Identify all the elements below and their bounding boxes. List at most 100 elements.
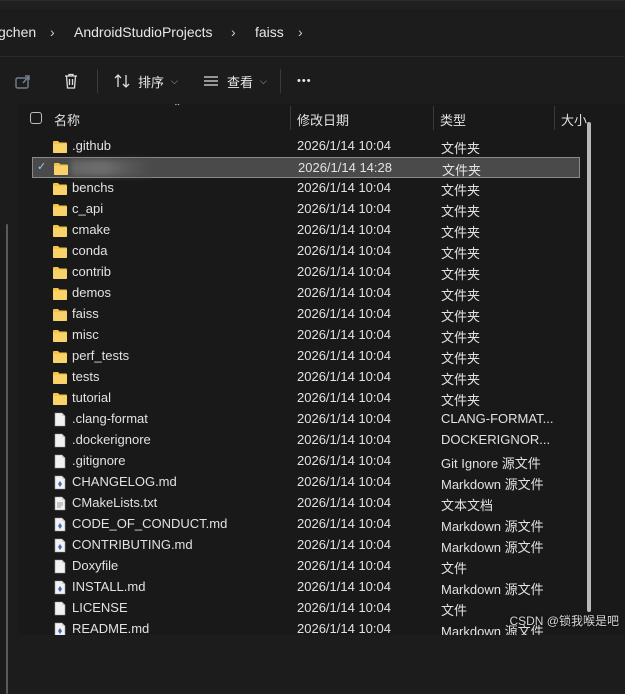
modified-date: 2026/1/14 10:04 — [297, 537, 391, 552]
view-button[interactable]: 查看 ⌵ — [202, 57, 267, 105]
file-name: cmake — [72, 222, 111, 237]
file-type: 文件夹 — [441, 183, 481, 198]
file-type: 文件夹 — [441, 225, 481, 240]
delete-button[interactable] — [62, 57, 80, 105]
table-row[interactable]: tutorial 2026/1/14 10:04 文件夹 — [32, 388, 580, 409]
toolbar-divider — [97, 69, 98, 93]
column-divider[interactable] — [433, 106, 434, 130]
file-name: .github — [72, 138, 112, 153]
file-name: .gitignore — [72, 453, 126, 468]
table-row[interactable]: cmake 2026/1/14 10:04 文件夹 — [32, 220, 580, 241]
file-icon — [52, 559, 68, 574]
file-type: 文件夹 — [441, 351, 481, 366]
file-name: tests — [72, 369, 100, 384]
trash-icon — [65, 73, 77, 89]
file-type: Git Ignore 源文件 — [441, 456, 541, 471]
file-type: 文件夹 — [441, 330, 481, 345]
folder-icon — [52, 328, 68, 343]
column-divider[interactable] — [290, 106, 291, 130]
modified-date: 2026/1/14 10:04 — [297, 516, 391, 531]
file-name: benchs — [72, 180, 114, 195]
file-type: DOCKERIGNOR... — [441, 432, 551, 447]
file-icon — [52, 433, 68, 448]
markdown-file-icon — [52, 475, 68, 490]
share-icon — [15, 75, 30, 89]
table-row[interactable]: INSTALL.md 2026/1/14 10:04 Markdown 源文件 — [32, 577, 580, 598]
markdown-file-icon — [52, 622, 68, 635]
table-row[interactable]: .github 2026/1/14 10:04 文件夹 — [32, 136, 580, 157]
modified-date: 2026/1/14 10:04 — [297, 306, 391, 321]
breadcrumb-item-user[interactable]: gchen — [0, 24, 36, 40]
file-type: Markdown 源文件 — [441, 519, 544, 534]
file-name: INSTALL.md — [72, 579, 146, 594]
table-row[interactable]: .gitignore 2026/1/14 10:04 Git Ignore 源文件 — [32, 451, 580, 472]
markdown-file-icon — [52, 517, 68, 532]
table-row[interactable]: c_api 2026/1/14 10:04 文件夹 — [32, 199, 580, 220]
table-row[interactable]: CHANGELOG.md 2026/1/14 10:04 Markdown 源文件 — [32, 472, 580, 493]
file-name: faiss — [72, 306, 99, 321]
file-name: perf_tests — [72, 348, 130, 363]
title-bar-strip — [0, 0, 625, 9]
share-button[interactable] — [14, 57, 32, 105]
address-bar[interactable]: gchen › AndroidStudioProjects › faiss › — [0, 9, 625, 55]
column-header-date[interactable]: 修改日期 — [297, 110, 349, 129]
view-label: 查看 — [227, 74, 254, 90]
select-all-checkbox[interactable] — [30, 112, 42, 124]
table-row[interactable]: conda 2026/1/14 10:04 文件夹 — [32, 241, 580, 262]
folder-icon — [52, 265, 68, 280]
modified-date: 2026/1/14 10:04 — [297, 390, 391, 405]
sort-icon — [114, 74, 130, 88]
folder-icon — [52, 349, 68, 364]
breadcrumb-item-faiss[interactable]: faiss — [255, 24, 284, 40]
column-divider[interactable] — [554, 106, 555, 130]
view-list-icon — [204, 76, 218, 86]
table-row[interactable]: misc 2026/1/14 10:04 文件夹 — [32, 325, 580, 346]
column-header-size[interactable]: 大小 — [561, 110, 587, 129]
chevron-right-icon: › — [231, 24, 236, 40]
markdown-file-icon — [52, 538, 68, 553]
table-row[interactable]: CODE_OF_CONDUCT.md 2026/1/14 10:04 Markdow… — [32, 514, 580, 535]
modified-date: 2026/1/14 10:04 — [297, 558, 391, 573]
breadcrumb-item-projects[interactable]: AndroidStudioProjects — [74, 24, 213, 40]
command-bar: 排序 ⌵ 查看 ⌵ ••• — [0, 56, 625, 105]
column-header-type[interactable]: 类型 — [440, 110, 466, 129]
table-row[interactable]: benchs 2026/1/14 10:04 文件夹 — [32, 178, 580, 199]
file-name: conda — [72, 243, 108, 258]
file-name: misc — [72, 327, 99, 342]
sort-button[interactable]: 排序 ⌵ — [113, 57, 178, 105]
file-name: LICENSE — [72, 600, 128, 615]
table-row[interactable]: tests 2026/1/14 10:04 文件夹 — [32, 367, 580, 388]
vertical-scrollbar[interactable] — [587, 122, 591, 612]
table-row[interactable]: Doxyfile 2026/1/14 10:04 文件 — [32, 556, 580, 577]
navigation-scrollbar[interactable] — [6, 224, 8, 694]
folder-icon — [52, 181, 68, 196]
file-type: Markdown 源文件 — [441, 582, 544, 597]
table-row[interactable]: demos 2026/1/14 10:04 文件夹 — [32, 283, 580, 304]
table-row[interactable]: .clang-format 2026/1/14 10:04 CLANG-FORMAT… — [32, 409, 580, 430]
modified-date: 2026/1/14 10:04 — [297, 579, 391, 594]
more-options-button[interactable]: ••• — [297, 57, 312, 105]
modified-date: 2026/1/14 10:04 — [297, 285, 391, 300]
table-row[interactable]: contrib 2026/1/14 10:04 文件夹 — [32, 262, 580, 283]
file-type: 文件夹 — [442, 163, 482, 178]
table-row[interactable]: CONTRIBUTING.md 2026/1/14 10:04 Markdown 源… — [32, 535, 580, 556]
table-row[interactable]: LICENSE 2026/1/14 10:04 文件 — [32, 598, 580, 619]
row-checkbox-checked[interactable]: ✓ — [37, 160, 46, 173]
table-row[interactable]: faiss 2026/1/14 10:04 文件夹 — [32, 304, 580, 325]
table-row[interactable]: perf_tests 2026/1/14 10:04 文件夹 — [32, 346, 580, 367]
table-row[interactable]: README.md 2026/1/14 10:04 Markdown 源文件 — [32, 619, 580, 635]
folder-icon — [52, 139, 68, 154]
table-row-selected[interactable]: ✓ 2026/1/14 14:28 文件夹 — [32, 157, 580, 178]
file-type: 文件夹 — [441, 288, 481, 303]
chevron-down-icon: ⌵ — [260, 75, 267, 86]
file-type: 文件夹 — [441, 204, 481, 219]
column-header-name[interactable]: 名称 — [54, 110, 80, 129]
file-type: 文件夹 — [441, 309, 481, 324]
toolbar-divider — [280, 69, 281, 93]
modified-date: 2026/1/14 10:04 — [297, 600, 391, 615]
modified-date: 2026/1/14 10:04 — [297, 432, 391, 447]
table-row[interactable]: CMakeLists.txt 2026/1/14 10:04 文本文档 — [32, 493, 580, 514]
sort-label: 排序 — [138, 74, 165, 90]
table-row[interactable]: .dockerignore 2026/1/14 10:04 DOCKERIGNOR.… — [32, 430, 580, 451]
file-icon — [52, 454, 68, 469]
